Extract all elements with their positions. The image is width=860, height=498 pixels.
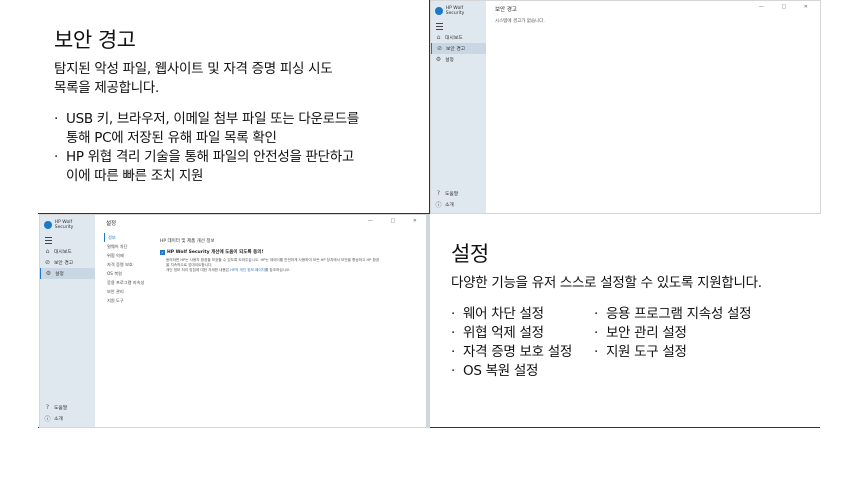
feature-list-right: 응용 프로그램 지속성 설정 보안 관리 설정 지원 도구 설정 bbox=[594, 305, 752, 381]
list-item: 자격 증명 보호 설정 bbox=[451, 343, 572, 362]
help-icon: ? bbox=[436, 190, 441, 197]
sidebar-item-about[interactable]: ⓘ 소개 bbox=[431, 199, 486, 210]
list-item: HP 위협 격리 기술을 통해 파일의 안전성을 판단하고이에 따른 빠른 조치… bbox=[54, 148, 424, 186]
privacy-link[interactable]: HP의 개인 정보 페이지 bbox=[230, 268, 265, 272]
gear-icon: ⚙ bbox=[45, 270, 52, 277]
subnav-item[interactable]: 자격 증명 보호 bbox=[104, 260, 154, 269]
feature-list-left: 웨어 차단 설정 위협 억제 설정 자격 증명 보호 설정 OS 복원 설정 bbox=[451, 305, 572, 381]
subnav-item[interactable]: 보안 관리 bbox=[104, 287, 154, 296]
list-item: OS 복원 설정 bbox=[451, 362, 572, 381]
subnav-item[interactable]: OS 복원 bbox=[104, 269, 154, 278]
subnav-item[interactable]: 응용 프로그램 지속성 bbox=[104, 278, 154, 287]
sidebar-item-about[interactable]: ⓘ 소개 bbox=[40, 413, 95, 424]
list-item: USB 키, 브라우저, 이메일 첨부 파일 또는 다운로드를통해 PC에 저장… bbox=[54, 110, 424, 148]
sidebar: HP Wolf Security ⌂ 대시보드 ⊘ 보안 경고 ⚙ 설정 ? 도움말 ⓘ… bbox=[431, 1, 486, 213]
list-item: 보안 관리 설정 bbox=[594, 324, 751, 343]
info-icon: ⓘ bbox=[435, 202, 442, 209]
window-controls[interactable]: — □ ✕ bbox=[368, 218, 425, 224]
section-title: 설정 bbox=[451, 242, 489, 266]
subnav-item[interactable]: 정보 bbox=[104, 233, 154, 242]
sidebar-item-dashboard[interactable]: ⌂ 대시보드 bbox=[40, 246, 95, 257]
info-icon: ⓘ bbox=[44, 416, 51, 423]
scrollbar[interactable] bbox=[426, 215, 429, 427]
section-title: 보안 경고 bbox=[54, 28, 136, 52]
settings-section-title: HP 데이터 및 제품 개선 정보 bbox=[160, 239, 215, 244]
sidebar-item-help[interactable]: ? 도움말 bbox=[431, 188, 486, 199]
sidebar: HP Wolf Security ⌂ 대시보드 ⊘ 보안 경고 ⚙ 설정 ? 도움말 ⓘ… bbox=[40, 215, 95, 427]
list-item: 지원 도구 설정 bbox=[594, 343, 751, 362]
checkbox-checked-icon[interactable]: ✓ bbox=[160, 249, 165, 255]
home-icon: ⌂ bbox=[436, 34, 441, 41]
improvement-checkbox-row[interactable]: ✓ HP Wolf Security 개선에 도움이 되도록 동의! bbox=[160, 249, 263, 255]
feature-grid: 보안 경고 탐지된 악성 파일, 웹사이트 및 자격 증명 피싱 시도 목록을 … bbox=[38, 0, 821, 428]
app-brand: HP Wolf Security bbox=[40, 215, 95, 235]
sidebar-item-dashboard[interactable]: ⌂ 대시보드 bbox=[431, 32, 486, 43]
app-window-security-alerts: HP Wolf Security ⌂ 대시보드 ⊘ 보안 경고 ⚙ 설정 ? 도움말 ⓘ… bbox=[430, 0, 821, 214]
window-controls[interactable]: — □ ✕ bbox=[759, 4, 816, 10]
app-brand: HP Wolf Security bbox=[431, 1, 486, 21]
hamburger-menu-icon[interactable] bbox=[436, 23, 443, 30]
hp-logo-icon bbox=[435, 7, 443, 15]
sidebar-item-help[interactable]: ? 도움말 bbox=[40, 402, 95, 413]
hamburger-menu-icon[interactable] bbox=[45, 237, 52, 244]
sidebar-item-settings[interactable]: ⚙ 설정 bbox=[431, 54, 486, 65]
list-item: 위협 억제 설정 bbox=[451, 324, 572, 343]
section-subtitle: 탐지된 악성 파일, 웹사이트 및 자격 증명 피싱 시도 목록을 제공합니다. bbox=[54, 61, 333, 96]
gear-icon: ⚙ bbox=[435, 56, 442, 63]
alert-icon: ⊘ bbox=[436, 45, 443, 52]
privacy-body-text: 동의하면 HP는 사용자 환경을 보호할 수 있도록 도와주십시오. HP는 데… bbox=[166, 258, 380, 272]
home-icon: ⌂ bbox=[45, 248, 50, 255]
subnav-item[interactable]: 멀웨어 차단 bbox=[104, 242, 154, 251]
settings-subnav: 정보 멀웨어 차단 위협 억제 자격 증명 보호 OS 복원 응용 프로그램 지… bbox=[104, 233, 154, 305]
sidebar-item-settings[interactable]: ⚙ 설정 bbox=[40, 268, 95, 279]
app-window-settings: HP Wolf Security ⌂ 대시보드 ⊘ 보안 경고 ⚙ 설정 ? 도움말 ⓘ… bbox=[39, 214, 430, 428]
sidebar-item-alerts[interactable]: ⊘ 보안 경고 bbox=[431, 43, 486, 54]
security-alerts-description: 보안 경고 탐지된 악성 파일, 웹사이트 및 자격 증명 피싱 시도 목록을 … bbox=[54, 24, 424, 186]
feature-list: USB 키, 브라우저, 이메일 첨부 파일 또는 다운로드를통해 PC에 저장… bbox=[54, 110, 424, 186]
list-item: 응용 프로그램 지속성 설정 bbox=[594, 305, 752, 324]
list-item: 웨어 차단 설정 bbox=[451, 305, 572, 324]
section-subtitle: 다양한 기능을 유저 스스로 설정할 수 있도록 지원합니다. bbox=[451, 275, 762, 291]
alert-icon: ⊘ bbox=[44, 259, 51, 266]
sidebar-item-alerts[interactable]: ⊘ 보안 경고 bbox=[40, 257, 95, 268]
empty-state-message: 시스템에 경고가 없습니다. bbox=[495, 19, 545, 24]
window-title: 보안 경고 bbox=[495, 7, 517, 13]
subnav-item[interactable]: 위협 억제 bbox=[104, 251, 154, 260]
help-icon: ? bbox=[45, 404, 50, 411]
window-title: 설정 bbox=[106, 221, 117, 227]
settings-description: 설정 다양한 기능을 유저 스스로 설정할 수 있도록 지원합니다. 웨어 차단… bbox=[451, 238, 819, 381]
subnav-item[interactable]: 지원 도구 bbox=[104, 296, 154, 305]
hp-logo-icon bbox=[44, 221, 52, 229]
